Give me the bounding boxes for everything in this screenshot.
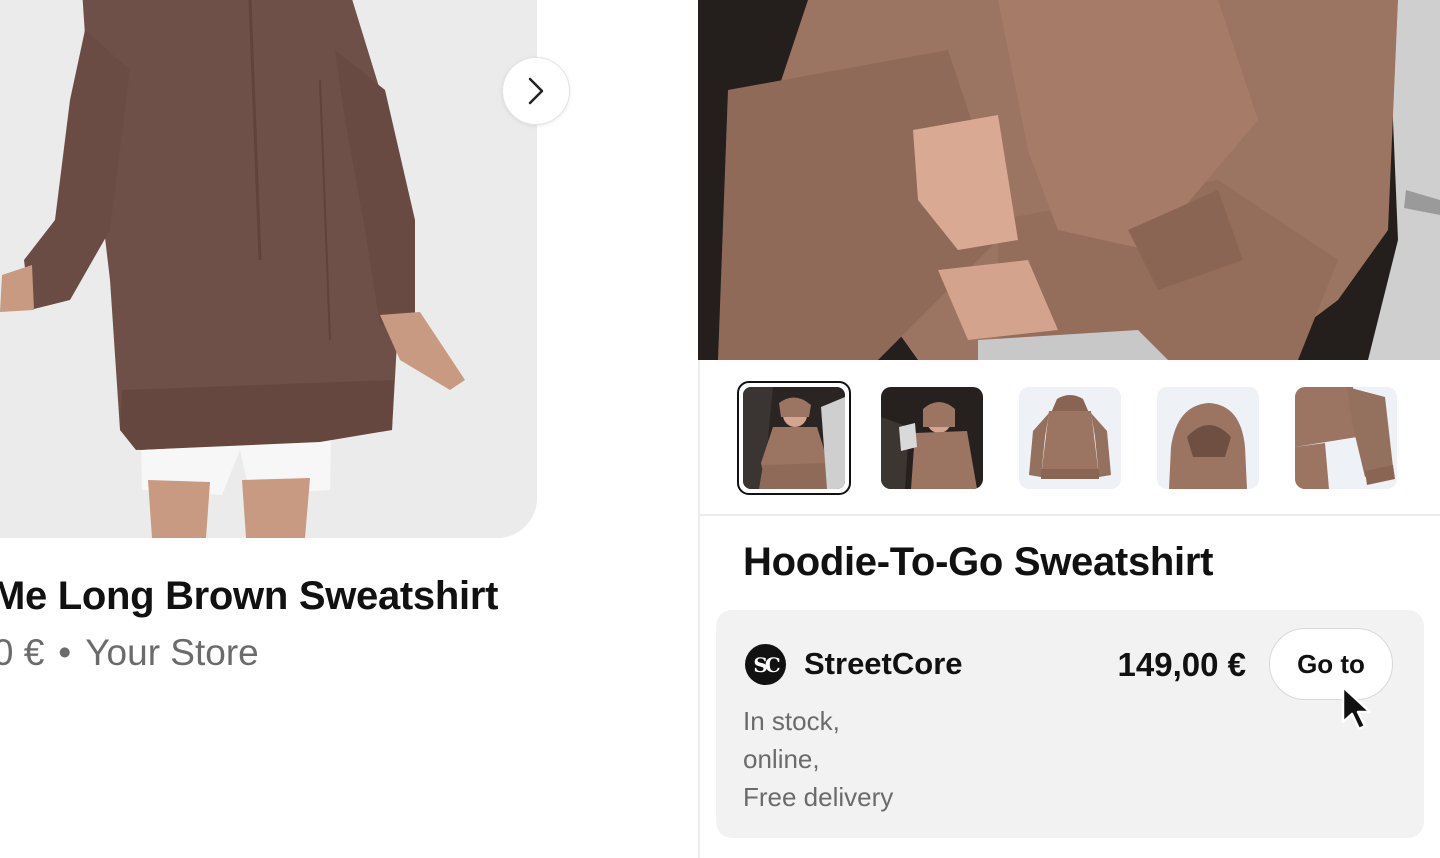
thumbnail-4[interactable]: [1157, 387, 1259, 489]
chevron-right-icon: [528, 77, 544, 105]
go-to-store-button[interactable]: Go to: [1269, 628, 1393, 700]
product-title: Hoodie-To-Go Sweatshirt: [743, 540, 1214, 584]
product-comparison-page: kMe Long Brown Sweatshirt ,00 € • Your Sto…: [0, 0, 1440, 858]
left-product-meta: ,00 € • Your Store: [0, 632, 259, 674]
store-name[interactable]: StreetCore: [804, 646, 963, 682]
product-hero-image: [698, 0, 1440, 360]
thumbnail-5[interactable]: [1295, 387, 1397, 489]
meta-separator: •: [58, 632, 72, 673]
thumbnail-2[interactable]: [881, 387, 983, 489]
product-detail-panel: Hoodie-To-Go Sweatshirt SC StreetCore 14…: [698, 0, 1440, 858]
left-product-photo: [0, 0, 537, 538]
thumbnail-1[interactable]: [737, 381, 851, 495]
availability-delivery: Free delivery: [743, 782, 894, 812]
availability-stock: In stock,: [743, 706, 840, 736]
store-logo: SC: [745, 644, 786, 685]
thumbnail-strip: [700, 360, 1440, 515]
availability-info: In stock, online, Free delivery: [743, 702, 893, 816]
section-divider: [700, 514, 1440, 516]
offer-price: 149,00 €: [1117, 646, 1246, 683]
availability-channel: online,: [743, 744, 820, 774]
left-product-store[interactable]: Your Store: [85, 632, 258, 673]
next-image-button[interactable]: [502, 57, 570, 125]
mouse-pointer-icon: [1341, 685, 1372, 731]
left-product-title[interactable]: kMe Long Brown Sweatshirt: [0, 574, 498, 619]
left-product-price: ,00 €: [0, 632, 45, 673]
left-product-card[interactable]: kMe Long Brown Sweatshirt ,00 € • Your Sto…: [0, 0, 700, 858]
thumbnail-3[interactable]: [1019, 387, 1121, 489]
offer-card: SC StreetCore 149,00 € Go to In stock, o…: [716, 610, 1424, 838]
